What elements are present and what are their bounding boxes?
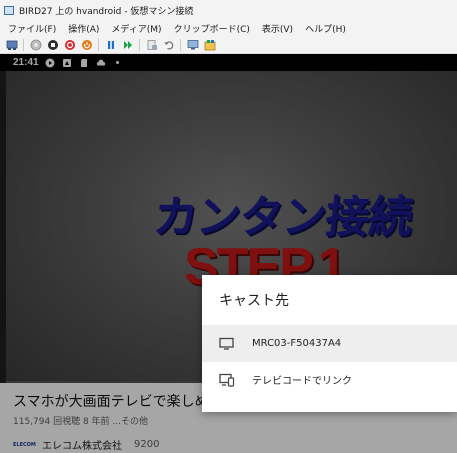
menu-file[interactable]: ファイル(F) bbox=[8, 22, 56, 35]
revert-icon[interactable] bbox=[162, 38, 175, 51]
cast-device-label: MRC03-F50437A4 bbox=[252, 338, 342, 349]
window-title: BIRD27 上の hvandroid - 仮想マシン接続 bbox=[19, 6, 194, 17]
shutdown-icon[interactable] bbox=[63, 38, 76, 51]
toolbar-separator bbox=[98, 38, 99, 51]
menu-help[interactable]: ヘルプ(H) bbox=[305, 22, 346, 35]
resume-icon[interactable] bbox=[121, 38, 134, 51]
toolbar-separator bbox=[23, 38, 24, 51]
toolbar bbox=[0, 36, 457, 54]
menu-bar: ファイル(F) 操作(A) メディア(M) クリップボード(C) 表示(V) ヘ… bbox=[0, 20, 457, 36]
ctrl-alt-del-icon[interactable] bbox=[5, 38, 18, 51]
cast-dialog: キャスト先 MRC03-F50437A4 テレビコードでリンク bbox=[202, 275, 457, 412]
start-icon[interactable] bbox=[29, 38, 42, 51]
cast-link-tv-code[interactable]: テレビコードでリンク bbox=[202, 361, 457, 398]
menu-media[interactable]: メディア(M) bbox=[111, 22, 161, 35]
tv-code-link-icon bbox=[219, 373, 235, 387]
cast-dialog-title: キャスト先 bbox=[219, 293, 289, 309]
toolbar-separator bbox=[180, 38, 181, 51]
title-bar: BIRD27 上の hvandroid - 仮想マシン接続 bbox=[0, 0, 457, 20]
turn-off-icon[interactable] bbox=[46, 38, 59, 51]
toolbar-separator bbox=[139, 38, 140, 51]
menu-action[interactable]: 操作(A) bbox=[68, 22, 99, 35]
tv-icon bbox=[219, 337, 235, 351]
cast-device-mrc03[interactable]: MRC03-F50437A4 bbox=[202, 325, 457, 362]
menu-clipboard[interactable]: クリップボード(C) bbox=[174, 22, 250, 35]
checkpoint-icon[interactable] bbox=[145, 38, 158, 51]
menu-view[interactable]: 表示(V) bbox=[262, 22, 293, 35]
cast-link-label: テレビコードでリンク bbox=[252, 376, 352, 387]
pause-icon[interactable] bbox=[104, 38, 117, 51]
share-icon[interactable] bbox=[203, 38, 216, 51]
power-icon[interactable] bbox=[80, 38, 93, 51]
enhanced-session-icon[interactable] bbox=[186, 38, 199, 51]
vm-connection-window: BIRD27 上の hvandroid - 仮想マシン接続 ファイル(F) 操作… bbox=[0, 0, 457, 453]
vm-connect-app-icon bbox=[4, 5, 14, 15]
